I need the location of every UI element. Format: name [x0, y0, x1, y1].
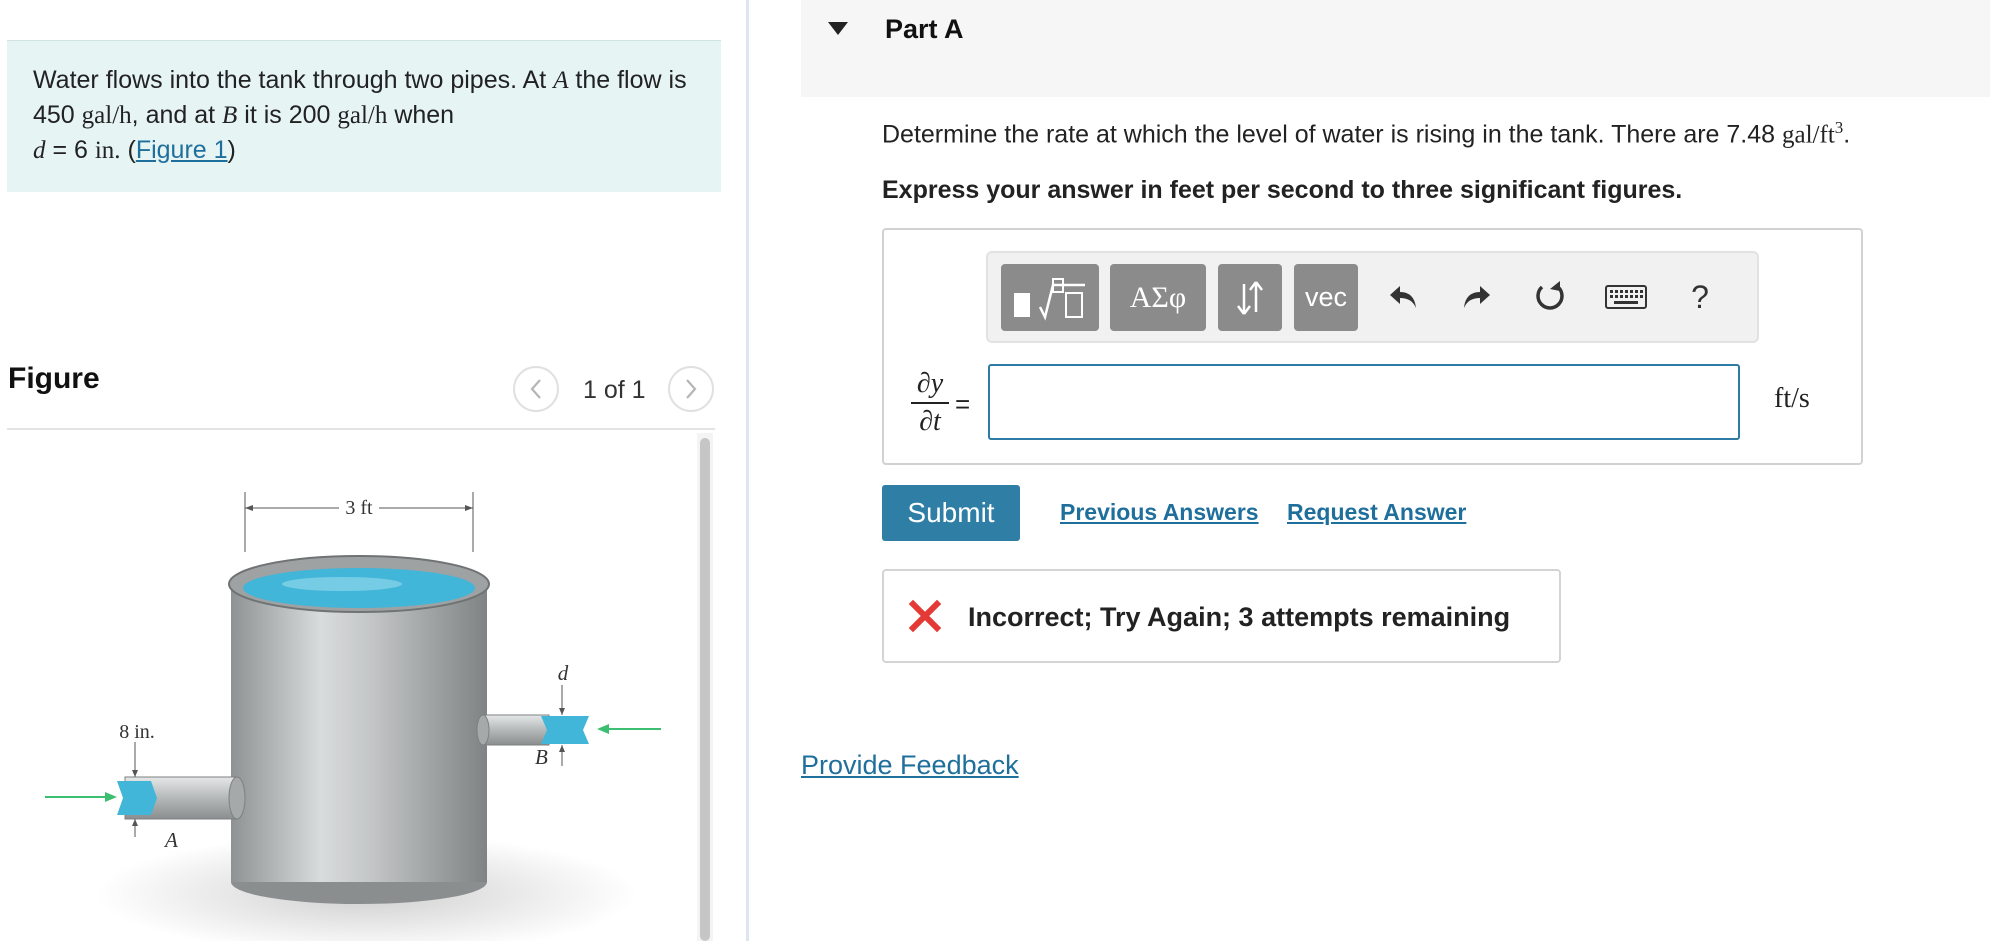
undo-icon [1390, 286, 1416, 308]
pipe-b-water [541, 716, 589, 744]
pipe-a-water [117, 781, 157, 815]
question-exponent: 3 [1834, 118, 1844, 137]
provide-feedback-link[interactable]: Provide Feedback [801, 750, 1019, 781]
dimension-arrow [559, 745, 565, 752]
feedback-message: Incorrect; Try Again; 3 attempts remaini… [968, 602, 1511, 632]
part-header[interactable] [801, 0, 1990, 97]
chevron-right-icon [686, 379, 697, 399]
flow-arrow-a-head [105, 792, 117, 802]
problem-text: , and at [131, 101, 223, 129]
pane-divider[interactable] [746, 0, 749, 941]
depth-label: d [558, 661, 569, 685]
chevron-left-icon [530, 379, 541, 399]
length-unit: in. [94, 137, 121, 164]
point-a-label: A [163, 828, 178, 852]
templates-button[interactable] [1001, 264, 1099, 331]
figure-prev-button[interactable] [513, 366, 559, 412]
flow-arrow-b-head [597, 724, 609, 734]
figure-scrollbar-thumb[interactable] [700, 438, 710, 941]
question-end: . [1843, 120, 1851, 149]
figure-count: 1 of 1 [583, 376, 646, 404]
problem-text: = 6 [45, 136, 95, 164]
tank-body [231, 582, 487, 882]
point-a-var: A [553, 67, 569, 94]
redo-button[interactable] [1456, 272, 1498, 322]
equals-sign: = [955, 389, 971, 419]
problem-text: when [387, 101, 455, 129]
problem-text: ( [120, 136, 136, 164]
figure-divider [7, 428, 715, 430]
undo-button[interactable] [1382, 272, 1424, 322]
greek-symbols-button[interactable]: ΑΣφ [1110, 264, 1206, 331]
x-icon [908, 599, 942, 633]
point-b-var: B [222, 102, 238, 129]
answer-unit: ft/s [1774, 383, 1810, 414]
answer-input[interactable] [988, 364, 1740, 440]
reset-icon [1536, 281, 1564, 310]
reset-button[interactable] [1529, 272, 1571, 322]
instruction-text: Express your answer in feet per second t… [882, 176, 1683, 204]
keyboard-button[interactable] [1602, 272, 1650, 322]
dimension-arrow [132, 819, 138, 826]
submit-button[interactable]: Submit [882, 485, 1020, 541]
flow-unit: gal/h [81, 102, 132, 129]
problem-statement: Water flows into the tank through two pi… [7, 40, 721, 192]
arrows-button[interactable] [1218, 264, 1282, 331]
pipe-a-dim-label: 8 in. [119, 721, 155, 743]
vector-button[interactable]: vec [1294, 264, 1358, 331]
dimension-arrow [559, 708, 565, 715]
redo-icon [1464, 286, 1490, 308]
figure-image: 3 ft 8 in. A B d [7, 432, 697, 941]
help-button[interactable]: ? [1679, 272, 1721, 322]
fraction-bar [911, 402, 949, 404]
pipe-b [482, 714, 550, 746]
depth-var: d [33, 137, 46, 164]
figure-title: Figure [8, 362, 100, 395]
dimension-arrow [132, 770, 138, 777]
question-text: Determine the rate at which the level of… [882, 118, 1850, 149]
width-label: 3 ft [345, 497, 373, 519]
pipe-b-end [476, 714, 490, 746]
keyboard-icon [1605, 285, 1647, 309]
problem-text: it is 200 [237, 101, 338, 129]
problem-text: ) [227, 136, 236, 164]
caret-down-icon[interactable] [828, 22, 848, 35]
question-body: Determine the rate at which the level of… [882, 120, 1782, 149]
previous-answers-link[interactable]: Previous Answers [1060, 499, 1259, 526]
question-unit: gal/ft [1782, 121, 1835, 149]
point-b-label: B [535, 745, 548, 769]
derivative-denominator: ∂t [919, 406, 941, 437]
tank-diagram: 3 ft 8 in. A B d [45, 492, 661, 941]
water-highlight [282, 577, 402, 591]
request-answer-link[interactable]: Request Answer [1287, 499, 1466, 526]
templates-icon [1014, 277, 1085, 321]
problem-text: Water flows into the tank through two pi… [33, 66, 554, 94]
derivative-label: ∂y ∂t [905, 368, 955, 438]
up-down-arrows-icon [1237, 280, 1263, 315]
figure-link[interactable]: Figure 1 [136, 136, 228, 164]
flow-unit: gal/h [337, 102, 388, 129]
figure-next-button[interactable] [668, 366, 714, 412]
derivative-numerator: ∂y [916, 368, 944, 399]
pipe-a-end [228, 776, 246, 820]
part-title[interactable]: Part A [885, 14, 964, 45]
